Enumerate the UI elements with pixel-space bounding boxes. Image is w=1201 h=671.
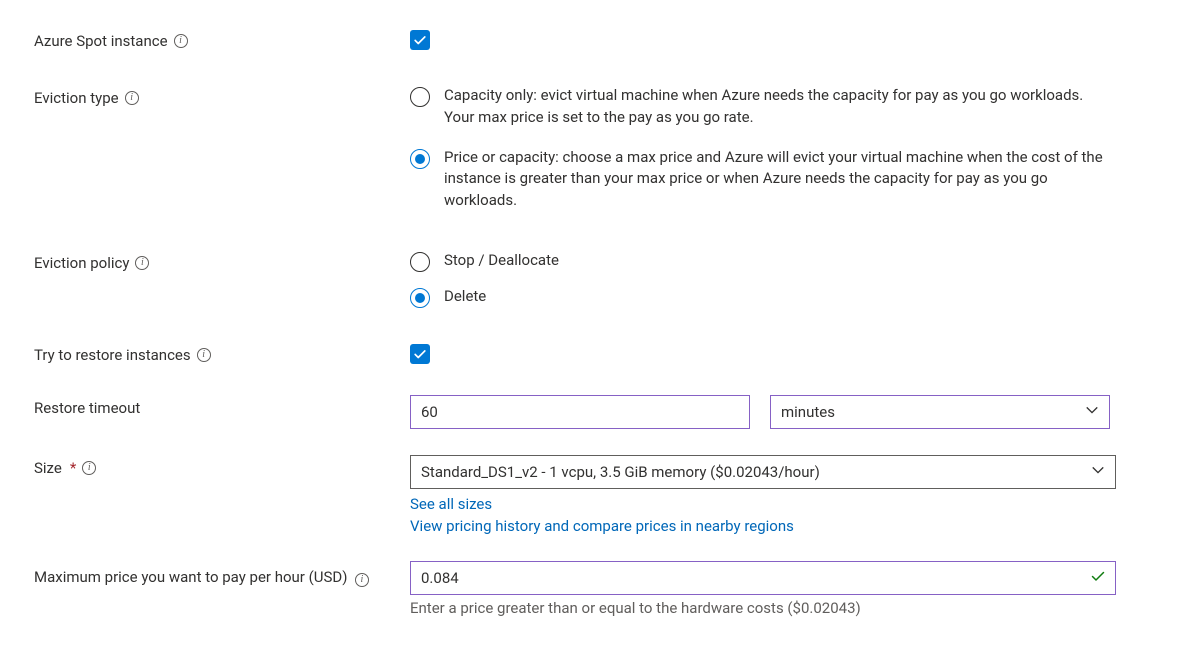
radio-icon xyxy=(410,252,430,272)
max-price-input[interactable] xyxy=(410,561,1116,595)
restore-timeout-input[interactable] xyxy=(410,395,750,429)
info-icon[interactable]: i xyxy=(355,573,369,587)
radio-icon xyxy=(410,87,430,107)
select-value: minutes xyxy=(781,403,835,421)
max-price-helper: Enter a price greater than or equal to t… xyxy=(410,599,1167,617)
checkmark-icon xyxy=(413,33,427,47)
radio-label: Price or capacity: choose a max price an… xyxy=(444,147,1110,212)
restore-checkbox[interactable] xyxy=(410,344,430,364)
size-select[interactable]: Standard_DS1_v2 - 1 vcpu, 3.5 GiB memory… xyxy=(410,455,1116,489)
radio-label: Capacity only: evict virtual machine whe… xyxy=(444,85,1110,129)
radio-label: Delete xyxy=(444,286,486,308)
eviction-policy-label: Eviction policy xyxy=(34,254,129,272)
eviction-type-price-or-capacity[interactable]: Price or capacity: choose a max price an… xyxy=(410,147,1110,212)
info-icon[interactable]: i xyxy=(135,256,149,270)
info-icon[interactable]: i xyxy=(125,91,139,105)
info-icon[interactable]: i xyxy=(197,348,211,362)
checkmark-icon xyxy=(413,347,427,361)
restore-timeout-unit-select[interactable]: minutes xyxy=(770,395,1110,429)
info-icon[interactable]: i xyxy=(174,34,188,48)
radio-icon xyxy=(410,149,430,169)
restore-timeout-label: Restore timeout xyxy=(34,399,140,417)
radio-label: Stop / Deallocate xyxy=(444,250,559,272)
required-indicator: * xyxy=(70,459,76,477)
chevron-down-icon xyxy=(1091,463,1105,481)
eviction-type-capacity-only[interactable]: Capacity only: evict virtual machine whe… xyxy=(410,85,1110,129)
spot-checkbox[interactable] xyxy=(410,30,430,50)
size-label: Size xyxy=(34,459,62,477)
chevron-down-icon xyxy=(1085,403,1099,421)
see-all-sizes-link[interactable]: See all sizes xyxy=(410,495,1167,513)
eviction-policy-delete[interactable]: Delete xyxy=(410,286,1110,308)
max-price-label: Maximum price you want to pay per hour (… xyxy=(34,568,347,586)
info-icon[interactable]: i xyxy=(82,461,96,475)
spot-label: Azure Spot instance xyxy=(34,32,168,50)
eviction-type-label: Eviction type xyxy=(34,89,119,107)
select-value: Standard_DS1_v2 - 1 vcpu, 3.5 GiB memory… xyxy=(421,463,820,481)
checkmark-icon xyxy=(1090,568,1106,588)
restore-label: Try to restore instances xyxy=(34,346,191,364)
view-pricing-history-link[interactable]: View pricing history and compare prices … xyxy=(410,517,1167,535)
radio-icon xyxy=(410,288,430,308)
eviction-policy-stop-deallocate[interactable]: Stop / Deallocate xyxy=(410,250,1110,272)
